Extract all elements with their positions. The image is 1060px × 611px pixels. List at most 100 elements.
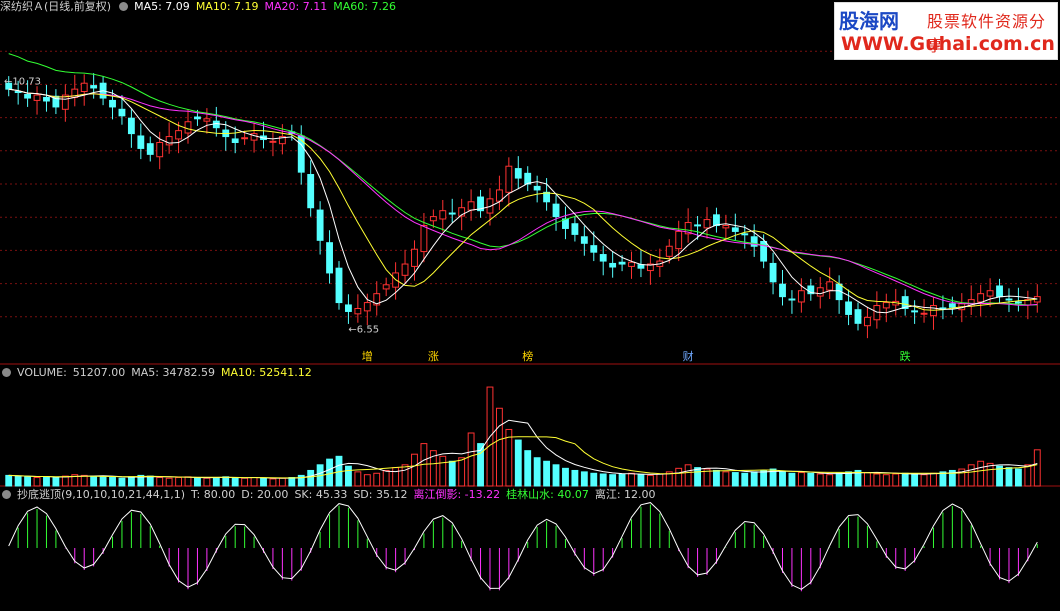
volume-bar	[797, 472, 805, 487]
volume-bar	[760, 469, 768, 487]
volume-bar	[373, 472, 381, 487]
candle-body	[854, 309, 862, 324]
settings-circle-icon[interactable]	[119, 2, 129, 11]
volume-bar	[212, 477, 220, 487]
volume-settings-icon[interactable]	[2, 368, 11, 377]
volume-bar	[1014, 468, 1022, 487]
volume-bar	[439, 455, 447, 487]
volume-bar	[713, 469, 720, 487]
candle-body	[816, 287, 824, 297]
oscillator-line	[8, 502, 1038, 590]
volume-bar	[61, 475, 69, 487]
volume-bar	[401, 464, 409, 487]
candle-body	[184, 121, 192, 134]
main-chart-header: 深纺织Ａ(日线,前复权) MA5: 7.09 MA10: 7.19 MA20: 7.1…	[0, 0, 408, 14]
volume-bar	[514, 439, 522, 487]
candle-body	[335, 267, 343, 304]
volume-bar	[920, 474, 928, 487]
volume-bar	[562, 467, 569, 487]
candle-body	[779, 283, 786, 298]
candle-body	[326, 242, 333, 274]
volume-bar	[590, 472, 598, 487]
candle-body	[363, 302, 371, 312]
volume-bar	[637, 474, 645, 487]
volume-bar	[628, 472, 635, 487]
header-value-0: T: 80.00	[191, 488, 236, 501]
candle-body	[996, 285, 1003, 298]
indicator-settings-icon[interactable]	[2, 490, 11, 499]
volume-bar	[175, 477, 182, 487]
volume-bar	[882, 474, 890, 487]
candle-body	[203, 118, 211, 122]
candle-body	[524, 172, 532, 185]
candle-body	[1014, 301, 1022, 304]
volume-ma5-line	[8, 419, 1038, 479]
candle-body	[599, 254, 607, 262]
candle-body	[637, 264, 645, 269]
volume-bar	[977, 460, 985, 487]
volume-bar	[892, 473, 900, 487]
volume-bar	[835, 472, 843, 487]
volume-bar	[354, 471, 362, 487]
volume-bar	[33, 477, 41, 487]
volume-bar	[580, 471, 588, 487]
candle-body	[769, 262, 777, 283]
volume-bar	[1005, 467, 1013, 487]
volume-bar	[873, 473, 881, 487]
volume-bar	[184, 476, 192, 487]
volume-bar	[779, 471, 786, 487]
candle-body	[543, 191, 551, 203]
candle-body	[911, 310, 919, 313]
volume-bar	[552, 464, 560, 487]
volume-bar	[816, 473, 824, 487]
candle-body	[109, 99, 116, 108]
volume-bar	[231, 477, 239, 487]
volume-bar	[930, 472, 937, 487]
candle-body	[241, 137, 249, 140]
volume-bar	[571, 469, 579, 487]
volume-bar	[448, 460, 456, 487]
volume-bar	[694, 467, 701, 487]
candle-body	[1005, 298, 1013, 301]
candle-body	[552, 203, 560, 218]
candle-body	[212, 120, 220, 129]
candle-body	[675, 230, 683, 250]
header-value-3: SD: 35.12	[353, 488, 408, 501]
candle-body	[194, 116, 201, 120]
volume-bar	[684, 464, 692, 487]
candle-body	[609, 262, 617, 268]
candle-body	[514, 168, 522, 179]
volume-bar	[524, 450, 532, 487]
candle-body	[411, 248, 418, 267]
volume-bar	[203, 477, 211, 487]
ma5-line	[8, 88, 1038, 314]
header-value-2: MA20: 7.11	[264, 0, 328, 13]
volume-bar	[326, 458, 333, 487]
volume-bar	[467, 432, 475, 487]
high-price-label: ←10.73	[4, 76, 41, 87]
header-value-4: 离江倒影: -13.22	[413, 488, 501, 501]
candle-body	[401, 263, 409, 276]
stock-chart: ←10.73 ←6.55 增 涨 榜 财 跌	[0, 50, 1060, 592]
volume-bar	[127, 476, 135, 487]
candle-body	[977, 293, 985, 303]
volume-bar	[609, 474, 617, 487]
candle-body	[90, 85, 98, 89]
ma-values: MA5: 7.09 MA10: 7.19 MA20: 7.11 MA60: 7.26	[134, 0, 402, 13]
volume-bar	[14, 475, 22, 487]
volume-bar	[80, 474, 88, 487]
volume-bar	[533, 457, 541, 487]
header-value-2: SK: 45.33	[294, 488, 348, 501]
candle-body	[722, 225, 730, 229]
candle-body	[467, 201, 475, 211]
candle-body	[175, 130, 182, 140]
event-marker: 跌	[900, 349, 911, 363]
candle-body	[316, 209, 324, 241]
candle-body	[137, 135, 145, 149]
guhai-watermark-logo: 股海网 股票软件资源分享 WWW.Guhai.com.cn	[834, 2, 1058, 60]
volume-bar	[411, 453, 418, 487]
header-value-1: MA10: 7.19	[195, 0, 259, 13]
event-marker: 增	[362, 349, 373, 363]
ma60-line	[8, 53, 1038, 306]
candle-body	[448, 212, 456, 215]
